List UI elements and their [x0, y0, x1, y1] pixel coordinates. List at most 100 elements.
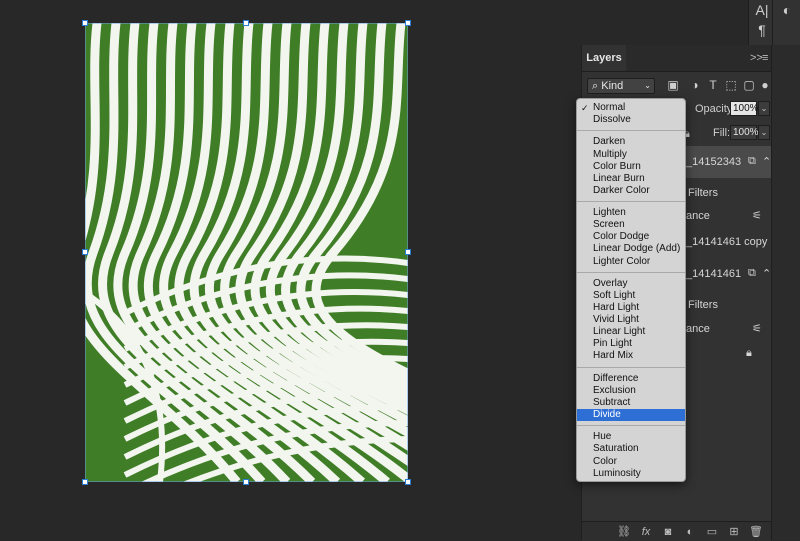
- layer-name: _14152343: [686, 156, 742, 168]
- blend-mode-dissolve[interactable]: Dissolve: [577, 114, 685, 126]
- collapsed-panel-dock: [771, 45, 800, 540]
- panel-menu-button[interactable]: ≡: [762, 45, 768, 71]
- filter-kind-select[interactable]: ⌕ Kind ⌄: [587, 78, 655, 94]
- panel-footer: ⛓ fx ◙ ◐ ▭ ⊞ 🗑︎: [582, 521, 771, 541]
- chevron-up-icon[interactable]: ⌃: [762, 267, 771, 280]
- canvas-artwork[interactable]: [85, 23, 408, 482]
- chevron-up-icon[interactable]: ⌃: [762, 155, 771, 168]
- blend-mode-label: Lighter Color: [593, 255, 651, 267]
- filter-options-icon[interactable]: ⚟: [752, 322, 762, 335]
- blend-mode-hard-mix[interactable]: Hard Mix: [577, 350, 685, 362]
- menu-separator: [577, 366, 685, 368]
- blend-mode-label: Dissolve: [593, 114, 631, 126]
- blend-mode-label: Hard Mix: [593, 350, 634, 362]
- character-panel-icon[interactable]: A|: [753, 2, 771, 18]
- transform-handle-ml[interactable]: [82, 249, 88, 255]
- blend-mode-exclusion[interactable]: Exclusion: [577, 385, 685, 397]
- transform-handle-br[interactable]: [405, 479, 411, 485]
- blend-mode-label: Linear Light: [593, 326, 646, 338]
- blend-mode-pin-light[interactable]: Pin Light: [577, 338, 685, 350]
- new-group-icon[interactable]: ▭: [704, 524, 720, 540]
- transform-handle-bm[interactable]: [243, 479, 249, 485]
- blend-mode-label: Darken: [593, 136, 626, 148]
- layer-name: _14141461 copy: [686, 236, 768, 248]
- blend-mode-overlay[interactable]: Overlay: [577, 278, 685, 290]
- blend-mode-label: Exclusion: [593, 384, 636, 396]
- smart-object-icon: ⧉: [748, 155, 756, 167]
- blend-mode-hard-light[interactable]: Hard Light: [577, 302, 685, 314]
- blend-mode-label: Screen: [593, 219, 625, 231]
- paragraph-panel-icon[interactable]: ¶: [753, 22, 771, 38]
- blend-mode-soft-light[interactable]: Soft Light: [577, 290, 685, 302]
- blend-mode-darken[interactable]: Darken: [577, 136, 685, 148]
- add-mask-icon[interactable]: ◙: [660, 524, 676, 540]
- blend-mode-vivid-light[interactable]: Vivid Light: [577, 314, 685, 326]
- blend-mode-label: Subtract: [593, 396, 631, 408]
- blend-mode-lighter-color[interactable]: Lighter Color: [577, 256, 685, 268]
- blend-mode-normal[interactable]: ✓ Normal: [577, 102, 685, 114]
- opacity-field[interactable]: 100%: [730, 101, 759, 116]
- panel-header: Layers >> ≡: [582, 45, 771, 72]
- blend-mode-label: Multiply: [593, 148, 627, 160]
- link-layers-icon[interactable]: ⛓: [616, 524, 632, 540]
- blend-mode-subtract[interactable]: Subtract: [577, 397, 685, 409]
- blend-mode-darker-color[interactable]: Darker Color: [577, 185, 685, 197]
- blend-mode-luminosity[interactable]: Luminosity: [577, 468, 685, 480]
- smart-object-icon: ⧉: [748, 267, 756, 279]
- adjustment-filter-icon[interactable]: ◑: [688, 78, 702, 92]
- blend-mode-color-burn[interactable]: Color Burn: [577, 161, 685, 173]
- tab-layers[interactable]: Layers: [582, 45, 626, 71]
- blend-mode-divide[interactable]: Divide: [577, 409, 685, 421]
- blend-mode-label: Soft Light: [593, 289, 636, 301]
- opacity-dropdown-button[interactable]: ⌄: [758, 101, 770, 116]
- color-panel-icon[interactable]: ◐: [778, 2, 796, 18]
- blend-mode-screen[interactable]: Screen: [577, 219, 685, 231]
- blend-mode-linear-burn[interactable]: Linear Burn: [577, 173, 685, 185]
- blend-mode-label: Vivid Light: [593, 314, 639, 326]
- blend-mode-label: Saturation: [593, 443, 639, 455]
- blend-mode-label: Color: [593, 455, 617, 467]
- fill-label: Fill:: [713, 127, 731, 139]
- new-layer-icon[interactable]: ⊞: [726, 524, 742, 540]
- blend-mode-label: Hue: [593, 431, 612, 443]
- transform-handle-tm[interactable]: [243, 20, 249, 26]
- blend-mode-label: Normal: [593, 102, 626, 113]
- blend-mode-multiply[interactable]: Multiply: [577, 149, 685, 161]
- blend-mode-label: Lighten: [593, 207, 626, 219]
- fx-icon[interactable]: fx: [638, 524, 654, 540]
- pixel-filter-icon[interactable]: ▣: [666, 78, 680, 92]
- transform-handle-bl[interactable]: [82, 479, 88, 485]
- chevron-down-icon: ⌄: [644, 81, 651, 90]
- blend-mode-label: Overlay: [593, 277, 628, 289]
- filter-kind-label: Kind: [601, 80, 624, 92]
- fill-dropdown-button[interactable]: ⌄: [758, 125, 770, 140]
- blend-mode-hue[interactable]: Hue: [577, 431, 685, 443]
- transform-handle-mr[interactable]: [405, 249, 411, 255]
- type-filter-icon[interactable]: T: [706, 78, 720, 92]
- transform-handle-tr[interactable]: [405, 20, 411, 26]
- blend-mode-saturation[interactable]: Saturation: [577, 443, 685, 455]
- filter-options-icon[interactable]: ⚟: [752, 209, 762, 222]
- menu-separator: [577, 200, 685, 202]
- fill-field[interactable]: 100%: [730, 125, 759, 140]
- adjustment-layer-icon[interactable]: ◐: [682, 524, 698, 540]
- blend-mode-menu: ✓ Normal Dissolve Darken Multiply Color Burn L…: [576, 98, 686, 482]
- trash-icon[interactable]: 🗑︎: [748, 524, 764, 540]
- transform-handle-tl[interactable]: [82, 20, 88, 26]
- collapse-panel-button[interactable]: >>: [750, 45, 763, 71]
- blend-mode-difference[interactable]: Difference: [577, 373, 685, 385]
- blend-mode-label: Divide: [593, 409, 621, 420]
- blend-mode-color[interactable]: Color: [577, 456, 685, 468]
- blend-mode-color-dodge[interactable]: Color Dodge: [577, 231, 685, 243]
- blend-mode-linear-dodge-add[interactable]: Linear Dodge (Add): [577, 243, 685, 255]
- checkmark-icon: ✓: [581, 103, 589, 113]
- shape-filter-icon[interactable]: ⬚: [724, 78, 738, 92]
- blend-mode-lighten[interactable]: Lighten: [577, 207, 685, 219]
- search-icon: ⌕: [592, 80, 599, 92]
- lock-icon: 🔒︎: [746, 347, 752, 359]
- filter-name: ance: [686, 210, 710, 222]
- blend-mode-label: Linear Dodge (Add): [593, 243, 681, 255]
- smartobject-filter-icon[interactable]: ▢: [742, 78, 756, 92]
- filter-toggle-icon[interactable]: ●: [758, 78, 772, 92]
- blend-mode-linear-light[interactable]: Linear Light: [577, 326, 685, 338]
